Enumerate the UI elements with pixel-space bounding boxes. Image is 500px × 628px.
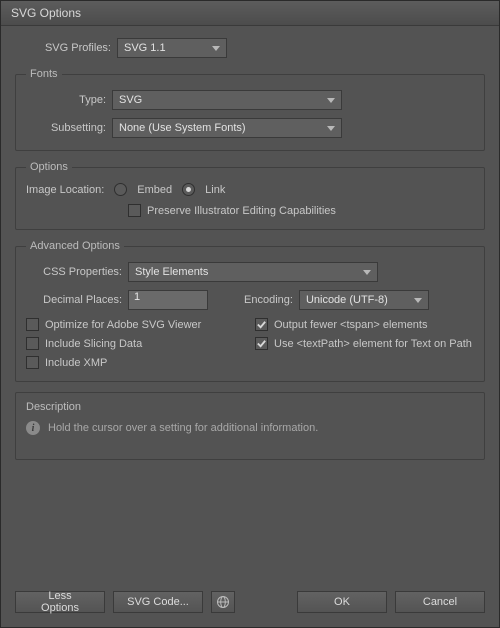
cancel-button[interactable]: Cancel (395, 591, 485, 613)
font-type-label: Type: (26, 94, 106, 106)
description-legend: Description (26, 401, 474, 413)
image-location-label: Image Location: (26, 184, 104, 196)
advanced-options-group: Advanced Options CSS Properties: Style E… (15, 240, 485, 382)
chevron-down-icon (363, 270, 371, 275)
options-group: Options Image Location: Embed Link Prese… (15, 161, 485, 230)
chevron-down-icon (327, 126, 335, 131)
image-location-embed-radio[interactable] (114, 183, 127, 196)
dialog-content: SVG Profiles: SVG 1.1 Fonts Type: SVG Su… (1, 26, 499, 581)
font-subsetting-select[interactable]: None (Use System Fonts) (112, 118, 342, 138)
chevron-down-icon (414, 298, 422, 303)
dialog-footer: Less Options SVG Code... OK Cancel (1, 581, 499, 627)
globe-icon (216, 595, 230, 609)
description-group: Description i Hold the cursor over a set… (15, 392, 485, 460)
decimal-places-label: Decimal Places: (26, 294, 122, 306)
font-type-select[interactable]: SVG (112, 90, 342, 110)
image-location-link-label: Link (205, 184, 225, 196)
chevron-down-icon (327, 98, 335, 103)
include-slicing-label: Include Slicing Data (45, 338, 142, 350)
encoding-value: Unicode (UTF-8) (306, 294, 388, 306)
font-type-value: SVG (119, 94, 142, 106)
image-location-link-radio[interactable] (182, 183, 195, 196)
chevron-down-icon (212, 46, 220, 51)
textpath-checkbox[interactable] (255, 337, 268, 350)
textpath-label: Use <textPath> element for Text on Path (274, 338, 472, 350)
ok-button[interactable]: OK (297, 591, 387, 613)
optimize-svg-viewer-checkbox[interactable] (26, 318, 39, 331)
font-subsetting-label: Subsetting: (26, 122, 106, 134)
dialog-title: SVG Options (1, 1, 499, 26)
advanced-legend: Advanced Options (26, 240, 124, 252)
preview-browser-button[interactable] (211, 591, 235, 613)
svg-code-button[interactable]: SVG Code... (113, 591, 203, 613)
decimal-places-value: 1 (134, 291, 140, 303)
description-text: Hold the cursor over a setting for addit… (48, 422, 318, 434)
svg-profiles-value: SVG 1.1 (124, 42, 166, 54)
font-subsetting-value: None (Use System Fonts) (119, 122, 246, 134)
encoding-label: Encoding: (244, 294, 293, 306)
optimize-svg-viewer-label: Optimize for Adobe SVG Viewer (45, 319, 201, 331)
output-tspan-checkbox[interactable] (255, 318, 268, 331)
encoding-select[interactable]: Unicode (UTF-8) (299, 290, 429, 310)
include-xmp-label: Include XMP (45, 357, 107, 369)
info-icon: i (26, 421, 40, 435)
svg-options-dialog: SVG Options SVG Profiles: SVG 1.1 Fonts … (0, 0, 500, 628)
less-options-button[interactable]: Less Options (15, 591, 105, 613)
preserve-editing-label: Preserve Illustrator Editing Capabilitie… (147, 205, 336, 217)
less-options-label: Less Options (28, 590, 92, 614)
fonts-legend: Fonts (26, 68, 62, 80)
image-location-embed-label: Embed (137, 184, 172, 196)
options-legend: Options (26, 161, 72, 173)
ok-label: OK (334, 596, 350, 608)
include-slicing-checkbox[interactable] (26, 337, 39, 350)
svg-profiles-select[interactable]: SVG 1.1 (117, 38, 227, 58)
checkmark-icon (256, 319, 267, 330)
checkmark-icon (256, 338, 267, 349)
svg-profiles-label: SVG Profiles: (15, 42, 111, 54)
svg-profiles-row: SVG Profiles: SVG 1.1 (15, 38, 485, 58)
fonts-group: Fonts Type: SVG Subsetting: None (Use Sy… (15, 68, 485, 151)
svg-code-label: SVG Code... (127, 596, 189, 608)
preserve-editing-checkbox[interactable] (128, 204, 141, 217)
cancel-label: Cancel (423, 596, 457, 608)
decimal-places-input[interactable]: 1 (128, 290, 208, 310)
css-properties-select[interactable]: Style Elements (128, 262, 378, 282)
include-xmp-checkbox[interactable] (26, 356, 39, 369)
css-properties-label: CSS Properties: (26, 266, 122, 278)
output-tspan-label: Output fewer <tspan> elements (274, 319, 427, 331)
css-properties-value: Style Elements (135, 266, 208, 278)
